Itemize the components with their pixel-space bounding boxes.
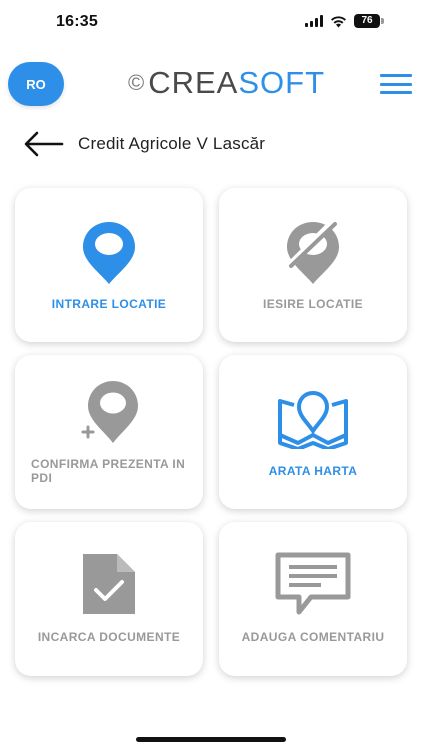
comment-icon	[219, 552, 407, 616]
confirm-presence-card[interactable]: CONFIRMA PREZENTA IN PDI	[15, 355, 203, 509]
logo-symbol: ©	[128, 70, 145, 95]
cellular-signal-icon	[305, 15, 323, 27]
document-check-icon	[15, 552, 203, 616]
show-map-label: ARATA HARTA	[268, 464, 358, 478]
add-comment-label: ADAUGA COMENTARIU	[241, 630, 385, 644]
status-bar: 16:35 76	[0, 0, 422, 46]
logo-text-crea: CREA	[148, 65, 239, 100]
map-icon	[219, 391, 407, 449]
battery-level: 76	[361, 15, 373, 26]
logo-text-soft: SOFT	[238, 65, 326, 100]
back-arrow-icon[interactable]	[22, 130, 64, 158]
status-indicators: 76	[305, 14, 384, 28]
location-off-icon	[219, 220, 407, 286]
exit-location-card[interactable]: IESIRE LOCATIE	[219, 188, 407, 342]
status-time: 16:35	[56, 13, 98, 30]
home-indicator[interactable]	[136, 737, 286, 742]
show-map-card[interactable]: ARATA HARTA	[219, 355, 407, 509]
creasoft-logo: © CREA SOFT	[128, 65, 326, 100]
location-pin-icon	[15, 220, 203, 286]
enter-location-label: INTRARE LOCATIE	[51, 297, 167, 311]
location-add-icon	[15, 379, 203, 447]
confirm-presence-label: CONFIRMA PREZENTA IN PDI	[31, 457, 186, 485]
upload-documents-label: INCARCA DOCUMENTE	[37, 630, 181, 644]
battery-icon: 76	[354, 14, 384, 28]
add-comment-card[interactable]: ADAUGA COMENTARIU	[219, 522, 407, 676]
exit-location-label: IESIRE LOCATIE	[262, 297, 364, 311]
language-button[interactable]: RO	[8, 62, 64, 106]
hamburger-menu-icon[interactable]	[380, 74, 412, 94]
location-title: Credit Agricole V Lascăr	[78, 134, 266, 153]
enter-location-card[interactable]: INTRARE LOCATIE	[15, 188, 203, 342]
wifi-icon	[330, 15, 347, 28]
upload-documents-card[interactable]: INCARCA DOCUMENTE	[15, 522, 203, 676]
